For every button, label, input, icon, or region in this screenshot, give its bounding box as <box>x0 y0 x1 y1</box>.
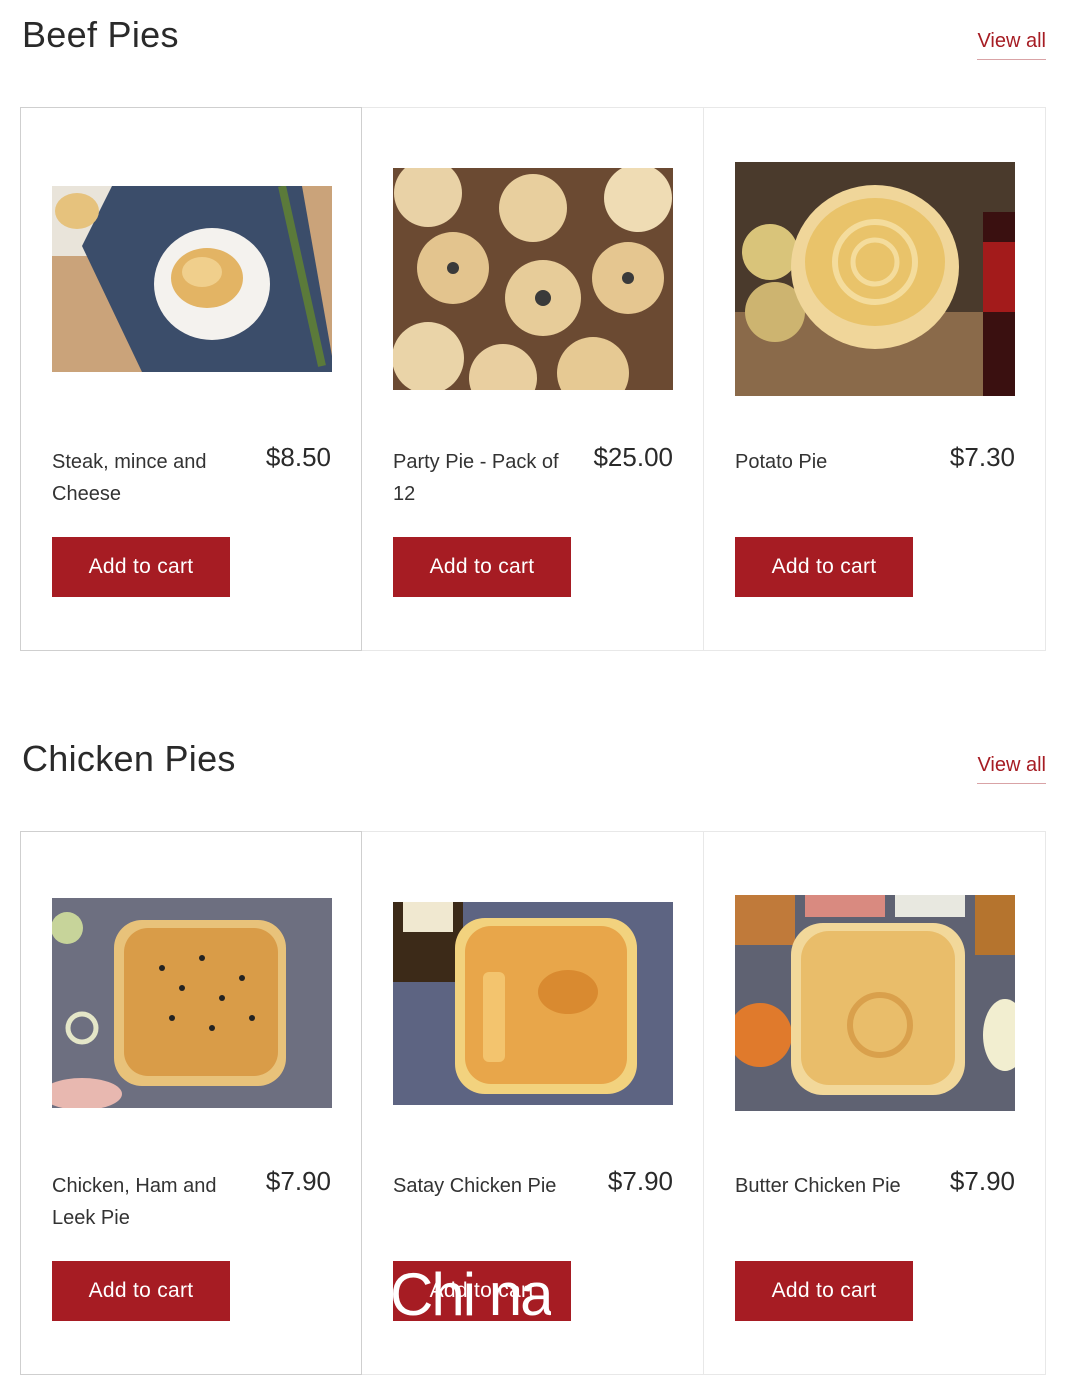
product-card: Party Pie - Pack of 12 $25.00 Add to car… <box>362 107 704 651</box>
add-to-cart-button[interactable]: Add to cart <box>735 537 913 597</box>
view-all-chicken-link[interactable]: View all <box>977 754 1046 784</box>
view-all-beef-link[interactable]: View all <box>977 30 1046 60</box>
product-image[interactable] <box>393 902 673 1105</box>
product-image[interactable] <box>735 895 1015 1111</box>
product-card: Satay Chicken Pie $7.90 Add to cart <box>362 831 704 1375</box>
product-price: $8.50 <box>265 442 331 472</box>
chicken-pies-grid: Chicken, Ham and Leek Pie $7.90 Add to c… <box>20 831 1047 1375</box>
product-card: Potato Pie $7.30 Add to cart <box>704 107 1046 651</box>
product-price: $7.90 <box>949 1166 1015 1196</box>
add-to-cart-button[interactable]: Add to cart <box>393 1261 571 1321</box>
section-title-chicken-pies: Chicken Pies <box>22 738 236 779</box>
product-name[interactable]: Potato Pie <box>735 446 905 478</box>
product-price: $7.30 <box>949 442 1015 472</box>
product-card: Steak, mince and Cheese $8.50 Add to car… <box>20 107 362 651</box>
beef-pies-grid: Steak, mince and Cheese $8.50 Add to car… <box>20 107 1047 651</box>
product-price: $7.90 <box>607 1166 673 1196</box>
product-name[interactable]: Satay Chicken Pie <box>393 1170 563 1202</box>
product-card: Chicken, Ham and Leek Pie $7.90 Add to c… <box>20 831 362 1375</box>
add-to-cart-button[interactable]: Add to cart <box>393 537 571 597</box>
add-to-cart-button[interactable]: Add to cart <box>52 537 230 597</box>
product-image[interactable] <box>735 162 1015 396</box>
product-price: $7.90 <box>265 1166 331 1196</box>
product-image[interactable] <box>52 898 332 1108</box>
product-name[interactable]: Party Pie - Pack of 12 <box>393 446 563 510</box>
add-to-cart-button[interactable]: Add to cart <box>52 1261 230 1321</box>
product-image[interactable] <box>393 168 673 390</box>
product-image[interactable] <box>52 186 332 372</box>
product-price: $25.00 <box>593 442 673 472</box>
product-name[interactable]: Chicken, Ham and Leek Pie <box>52 1170 222 1234</box>
product-name[interactable]: Butter Chicken Pie <box>735 1170 905 1202</box>
product-card: Butter Chicken Pie $7.90 Add to cart <box>704 831 1046 1375</box>
product-name[interactable]: Steak, mince and Cheese <box>52 446 222 510</box>
add-to-cart-button[interactable]: Add to cart <box>735 1261 913 1321</box>
section-title-beef-pies: Beef Pies <box>22 14 179 55</box>
